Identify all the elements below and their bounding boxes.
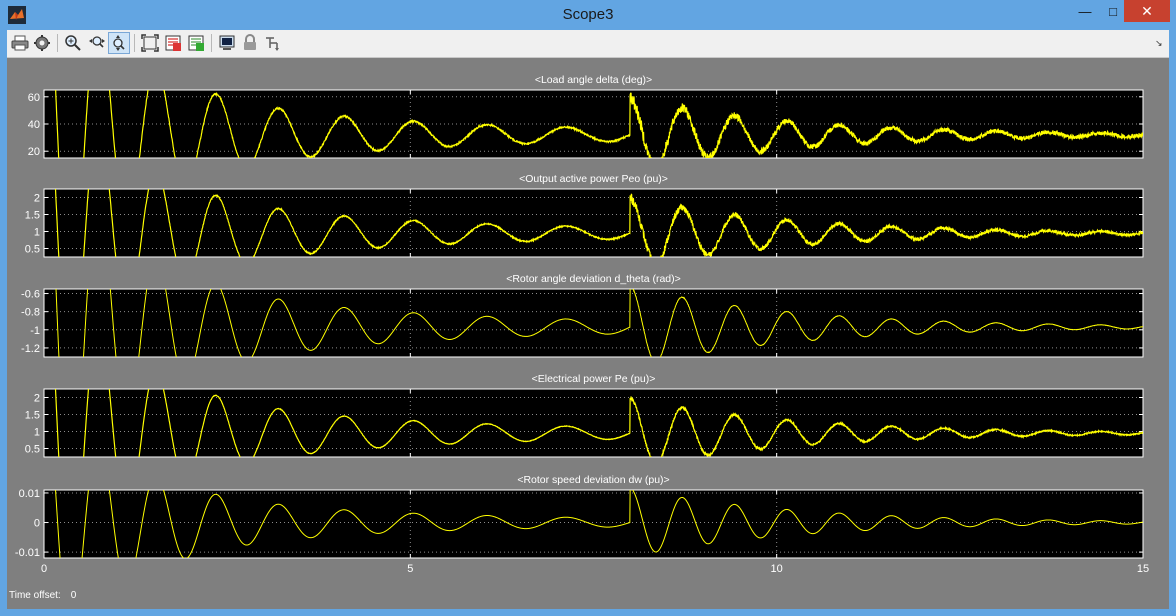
y-tick-label: 2 xyxy=(34,393,40,405)
close-icon: ✕ xyxy=(1141,2,1153,19)
y-tick-label: 1.5 xyxy=(25,410,40,422)
autoscale-icon xyxy=(141,34,159,52)
restore-axes-icon xyxy=(188,35,204,51)
y-tick-label: -0.6 xyxy=(21,289,40,301)
y-tick-label: 1.5 xyxy=(25,210,40,222)
y-tick-label: 40 xyxy=(28,119,40,131)
y-tick-label: 20 xyxy=(28,146,40,158)
axes-frame xyxy=(43,288,1144,358)
floating-scope-icon xyxy=(219,35,235,50)
toolbar-separator xyxy=(57,34,58,52)
zoom-x-button[interactable] xyxy=(86,32,108,54)
time-offset-value: 0 xyxy=(70,590,77,601)
x-tick-label: 15 xyxy=(1137,563,1149,575)
zoom-y-icon xyxy=(113,35,125,51)
y-tick-label: -1.2 xyxy=(21,343,40,355)
panel-title: <Output active power Peo (pu)> xyxy=(519,173,668,185)
y-tick-label: -0.8 xyxy=(21,307,40,319)
toolbar-separator xyxy=(134,34,135,52)
y-tick-label: 0.01 xyxy=(19,488,40,500)
panel-title: <Load angle delta (deg)> xyxy=(535,74,652,86)
autoscale-button[interactable] xyxy=(139,32,161,54)
lock-button[interactable] xyxy=(239,32,261,54)
save-axes-button[interactable] xyxy=(162,32,184,54)
save-axes-icon xyxy=(165,35,181,51)
scope-window: Scope3 — □ ✕ ↘ <Load angle delta (deg)> … xyxy=(0,0,1176,616)
signal-selection-icon xyxy=(266,37,279,51)
x-tick-label: 0 xyxy=(41,563,47,575)
maximize-button[interactable]: □ xyxy=(1100,0,1126,22)
y-tick-label: 1 xyxy=(34,427,40,439)
axes-frame xyxy=(43,188,1144,258)
restore-axes-button[interactable] xyxy=(185,32,207,54)
window-title: Scope3 xyxy=(562,6,614,23)
toolbar: ↘ xyxy=(7,30,1169,58)
close-button[interactable]: ✕ xyxy=(1124,0,1170,22)
y-tick-label: 1 xyxy=(34,227,40,239)
y-tick-label: 60 xyxy=(28,92,40,104)
panel-title: <Rotor angle deviation d_theta (rad)> xyxy=(506,273,681,285)
minimize-icon: — xyxy=(1078,3,1092,19)
print-icon xyxy=(11,35,29,51)
y-tick-label: 0.5 xyxy=(25,444,40,456)
zoom-y-button[interactable] xyxy=(108,32,130,54)
zoom-in-button[interactable] xyxy=(62,32,84,54)
panel-title: <Rotor speed deviation dw (pu)> xyxy=(517,474,669,486)
toolbar-menu-arrow[interactable]: ↘ xyxy=(1155,38,1163,49)
x-tick-label: 10 xyxy=(771,563,783,575)
parameters-icon xyxy=(34,35,50,51)
minimize-button[interactable]: — xyxy=(1070,0,1100,22)
title-bar[interactable]: Scope3 — □ ✕ xyxy=(0,0,1176,30)
y-tick-label: 0 xyxy=(34,518,40,530)
print-button[interactable] xyxy=(9,32,31,54)
time-offset-label: Time offset: xyxy=(9,590,61,601)
status-bar: Time offset: 0 xyxy=(9,590,86,601)
panel-title: <Electrical power Pe (pu)> xyxy=(532,373,656,385)
lock-icon xyxy=(244,34,256,50)
y-tick-label: 2 xyxy=(34,193,40,205)
y-tick-label: 0.5 xyxy=(25,244,40,256)
axes-frame xyxy=(43,388,1144,458)
plot-area: <Load angle delta (deg)> 60 40 20 <Output ac… xyxy=(7,58,1169,609)
signal-selection-button[interactable] xyxy=(262,32,284,54)
y-tick-label: -0.01 xyxy=(15,547,40,559)
zoom-x-icon xyxy=(89,36,105,48)
x-tick-label: 5 xyxy=(407,563,413,575)
zoom-in-icon xyxy=(65,35,81,51)
y-tick-label: -1 xyxy=(30,325,40,337)
parameters-button[interactable] xyxy=(31,32,53,54)
toolbar-separator xyxy=(211,34,212,52)
axes-frame xyxy=(43,489,1144,559)
maximize-icon: □ xyxy=(1109,3,1117,19)
scope-plots[interactable]: <Load angle delta (deg)>604020<Output ac… xyxy=(7,58,1169,609)
floating-scope-button[interactable] xyxy=(216,32,238,54)
